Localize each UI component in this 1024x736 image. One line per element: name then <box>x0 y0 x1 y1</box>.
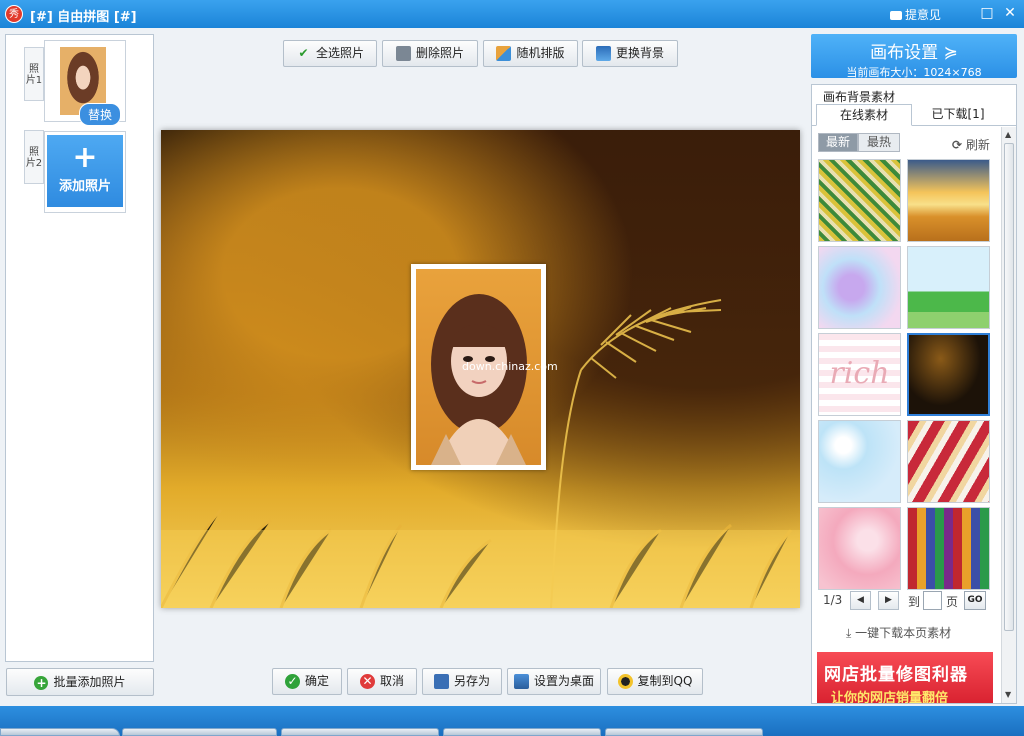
photo-1-tab[interactable]: 照片1 <box>24 47 44 101</box>
taskbar <box>0 706 1024 736</box>
copy-to-qq-button[interactable]: 复制到QQ <box>607 668 703 695</box>
next-page-button[interactable]: ▶ <box>878 591 899 610</box>
tab-online-materials[interactable]: 在线素材 <box>816 104 912 126</box>
change-background-button[interactable]: 更换背景 <box>582 40 678 67</box>
go-button[interactable]: GO <box>964 591 986 610</box>
promo-banner[interactable]: 网店批量修图利器 让你的网店销量翻倍 <box>817 652 993 704</box>
thumbnail-text: rich <box>829 356 890 391</box>
selected-background-thumbnail[interactable] <box>907 333 990 416</box>
save-as-label: 另存为 <box>453 674 490 688</box>
background-materials-panel: 画布背景素材 在线素材 已下载[1] 最新 最热 ⟳ 刷新 rich 1/3 ◀… <box>811 84 1017 704</box>
scroll-up-arrow-icon[interactable]: ▲ <box>1005 130 1011 139</box>
vertical-scrollbar[interactable]: ▲ ▼ <box>1001 127 1016 703</box>
set-as-desktop-button[interactable]: 设置为桌面 <box>507 668 601 695</box>
chat-bubble-icon <box>890 11 902 20</box>
floppy-disk-icon <box>433 674 449 689</box>
sort-hottest-button[interactable]: 最热 <box>858 133 900 152</box>
photo-1-slot[interactable]: 替换 <box>44 40 126 126</box>
download-all-label: 一键下载本页素材 <box>855 626 952 640</box>
feedback-link[interactable]: 提意见 <box>890 6 941 23</box>
plus-circle-icon: + <box>34 675 49 690</box>
trash-icon <box>395 46 411 61</box>
batch-add-label: 批量添加照片 <box>53 675 126 689</box>
taskbar-item[interactable] <box>281 728 439 736</box>
bg-materials-title: 画布背景素材 <box>823 90 896 104</box>
select-all-button[interactable]: ✔ 全选照片 <box>283 40 377 67</box>
photo-2-tab[interactable]: 照片2 <box>24 130 44 184</box>
scrollbar-thumb[interactable] <box>1004 143 1014 631</box>
banner-title: 网店批量修图利器 <box>824 665 968 685</box>
random-layout-label: 随机排版 <box>516 46 565 60</box>
cancel-label: 取消 <box>379 674 404 688</box>
download-all-link[interactable]: ⤓ 一键下载本页素材 <box>846 624 951 641</box>
canvas-size-label: 当前画布大小：1024×768 <box>846 66 982 79</box>
add-photo-label: 添加照片 <box>58 179 111 194</box>
background-thumbnail[interactable] <box>818 507 901 590</box>
double-chevron-down-icon: ≽ <box>943 43 958 63</box>
confirm-button[interactable]: ✓ 确定 <box>272 668 342 695</box>
background-thumbnail[interactable] <box>818 159 901 242</box>
plus-icon: + <box>72 140 98 175</box>
check-circle-icon: ✓ <box>284 674 300 689</box>
sort-newest-button[interactable]: 最新 <box>818 133 858 152</box>
copy-to-qq-label: 复制到QQ <box>637 674 693 688</box>
feedback-label: 提意见 <box>905 8 942 22</box>
background-thumbnail[interactable] <box>818 420 901 503</box>
app-icon: 秀 <box>5 5 23 23</box>
start-button[interactable] <box>0 728 120 736</box>
refresh-label: 刷新 <box>965 138 990 152</box>
prev-page-button[interactable]: ◀ <box>850 591 871 610</box>
background-thumbnail[interactable] <box>907 246 990 329</box>
monitor-icon <box>513 674 529 689</box>
taskbar-item[interactable] <box>605 728 763 736</box>
canvas-settings-button[interactable]: 画布设置 ≽ 当前画布大小：1024×768 <box>811 34 1017 79</box>
goto-label: 到 <box>908 595 921 609</box>
page-number-input[interactable] <box>923 591 942 610</box>
taskbar-item[interactable] <box>443 728 601 736</box>
download-icon: ⤓ <box>846 626 852 640</box>
canvas-settings-title: 画布设置 <box>870 43 939 63</box>
refresh-button[interactable]: ⟳ 刷新 <box>952 136 990 153</box>
title-bar: 秀 [#] 自由拼图 [#] 提意见 □ ✕ <box>0 0 1024 28</box>
image-icon <box>595 46 611 61</box>
photo-list-panel: 照片1 替换 照片2 + 添加照片 <box>5 34 154 662</box>
save-as-button[interactable]: 另存为 <box>422 668 502 695</box>
background-thumbnail[interactable] <box>907 420 990 503</box>
scroll-down-arrow-icon[interactable]: ▼ <box>1005 690 1011 699</box>
background-thumbnail[interactable] <box>818 246 901 329</box>
app-body: 照片1 替换 照片2 + 添加照片 + 批量添加照片 ✔ 全选照片 删除照片 随机排… <box>0 28 1024 706</box>
replace-button[interactable]: 替换 <box>79 103 122 126</box>
collage-canvas[interactable]: down.chinaz.com <box>161 130 800 608</box>
random-layout-button[interactable]: 随机排版 <box>483 40 578 67</box>
delete-photo-button[interactable]: 删除照片 <box>382 40 478 67</box>
set-as-desktop-label: 设置为桌面 <box>533 674 594 688</box>
banner-subtitle: 让你的网店销量翻倍 <box>831 691 949 704</box>
qq-penguin-icon <box>617 674 633 689</box>
cancel-icon: ✕ <box>359 674 375 689</box>
select-all-label: 全选照片 <box>315 46 364 60</box>
page-indicator: 1/3 <box>823 593 843 607</box>
watermark-text: down.chinaz.com <box>462 360 558 373</box>
maximize-button[interactable]: □ <box>978 4 996 22</box>
confirm-label: 确定 <box>304 674 329 688</box>
right-panel: 画布设置 ≽ 当前画布大小：1024×768 画布背景素材 在线素材 已下载[1… <box>810 34 1018 704</box>
batch-add-photos-button[interactable]: + 批量添加照片 <box>6 668 154 696</box>
background-thumbnail[interactable] <box>907 507 990 590</box>
photo-2-slot[interactable]: + 添加照片 <box>44 131 126 213</box>
change-background-label: 更换背景 <box>615 46 664 60</box>
refresh-icon: ⟳ <box>952 138 963 152</box>
background-thumbnail[interactable] <box>907 159 990 242</box>
background-thumbnail[interactable]: rich <box>818 333 901 416</box>
tab-downloaded[interactable]: 已下载[1] <box>918 104 998 126</box>
page-unit-label: 页 <box>946 595 959 609</box>
window-title: [#] 自由拼图 [#] <box>30 10 137 25</box>
taskbar-item[interactable] <box>122 728 277 736</box>
close-button[interactable]: ✕ <box>1001 4 1019 22</box>
cancel-button[interactable]: ✕ 取消 <box>347 668 417 695</box>
add-photo-button[interactable]: + 添加照片 <box>47 135 123 207</box>
checkmark-icon: ✔ <box>298 46 309 60</box>
delete-photo-label: 删除照片 <box>415 46 464 60</box>
layout-icon <box>496 46 512 61</box>
